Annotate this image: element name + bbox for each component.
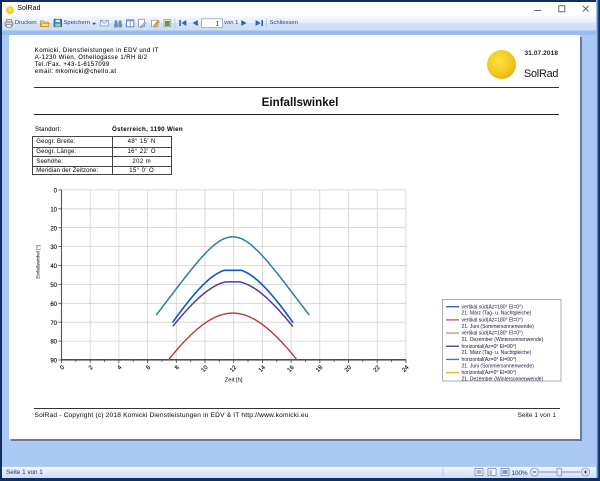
svg-text:0: 0	[54, 189, 58, 195]
svg-text:vertikal süd(Az=180° El=0°): vertikal süd(Az=180° El=0°)	[462, 317, 524, 323]
svg-text:24: 24	[401, 364, 410, 373]
svg-text:21. Juni (Sommersonnenwende): 21. Juni (Sommersonnenwende)	[462, 363, 535, 369]
svg-text:21. Dezember (Wintersonnenwend: 21. Dezember (Wintersonnenwende)	[462, 337, 544, 343]
svg-text:21. Juni (Sommersonnenwende): 21. Juni (Sommersonnenwende)	[462, 324, 535, 330]
svg-text:20: 20	[344, 364, 353, 373]
svg-text:21. März (Tag- u. Nachtgleiche: 21. März (Tag- u. Nachtgleiche)	[462, 350, 532, 356]
svg-text:0: 0	[59, 364, 66, 371]
svg-text:22: 22	[373, 364, 382, 373]
svg-text:horizontal(Az=0° El=90°): horizontal(Az=0° El=90°)	[462, 344, 517, 350]
svg-text:horizontal(Az=0° El=90°): horizontal(Az=0° El=90°)	[462, 370, 517, 376]
svg-text:4: 4	[117, 364, 124, 371]
svg-text:Einfallswinkel [°]: Einfallswinkel [°]	[35, 245, 40, 278]
svg-text:80: 80	[50, 340, 57, 346]
svg-text:100%: 100%	[512, 470, 529, 477]
svg-text:40: 40	[50, 264, 57, 270]
svg-text:21. Dezember (Wintersonnenwend: 21. Dezember (Wintersonnenwende)	[462, 377, 544, 383]
svg-text:20: 20	[50, 226, 57, 232]
svg-text:vertikal süd(Az=180° El=0°): vertikal süd(Az=180° El=0°)	[462, 331, 524, 337]
svg-text:12: 12	[229, 364, 238, 373]
svg-text:10: 10	[201, 364, 210, 373]
svg-text:horizontal(Az=0° El=90°): horizontal(Az=0° El=90°)	[462, 357, 517, 363]
svg-text:10: 10	[50, 207, 57, 213]
svg-text:30: 30	[50, 245, 57, 251]
svg-text:vertikal süd(Az=180° El=0°): vertikal süd(Az=180° El=0°)	[462, 304, 524, 310]
svg-text:14: 14	[258, 364, 267, 373]
svg-text:6: 6	[146, 364, 153, 371]
svg-text:50: 50	[50, 283, 57, 289]
svg-text:21. März (Tag- u. Nachtgleiche: 21. März (Tag- u. Nachtgleiche)	[462, 311, 532, 317]
svg-text:Zeit [h]: Zeit [h]	[225, 378, 243, 384]
svg-text:60: 60	[50, 302, 57, 308]
svg-text:16: 16	[287, 364, 296, 373]
svg-text:8: 8	[174, 364, 181, 371]
svg-text:18: 18	[315, 364, 324, 373]
svg-text:90: 90	[50, 359, 57, 365]
svg-text:70: 70	[50, 321, 57, 327]
svg-text:2: 2	[88, 364, 95, 371]
